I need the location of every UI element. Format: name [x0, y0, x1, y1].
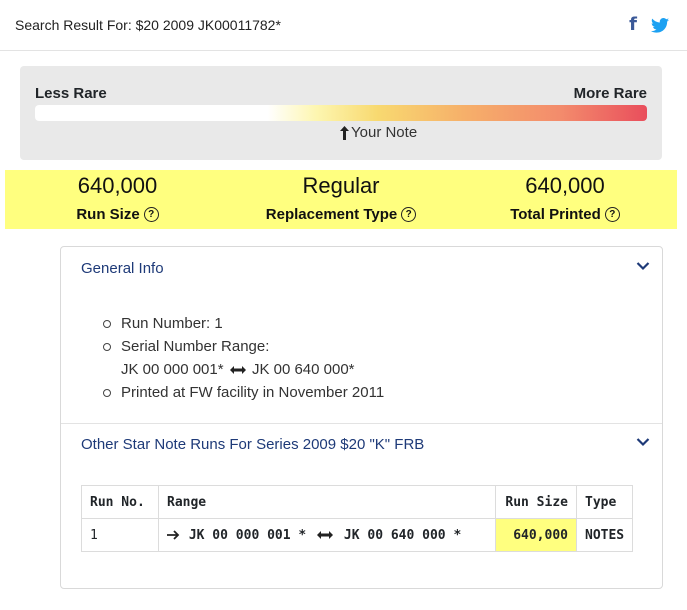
- rarity-scale: Less Rare More Rare Your Note: [20, 66, 662, 160]
- rarity-gradient-bar: [35, 105, 647, 121]
- social-links: f: [629, 15, 669, 35]
- col-type: Type: [575, 485, 634, 519]
- col-range: Range: [158, 485, 496, 519]
- twitter-icon[interactable]: [651, 17, 669, 33]
- help-icon[interactable]: ?: [401, 207, 417, 222]
- section-divider: [61, 423, 662, 424]
- double-arrow-icon: [229, 366, 246, 375]
- replacement-type-value: Regular: [302, 173, 380, 198]
- chevron-down-icon[interactable]: [636, 437, 650, 447]
- arrow-right-icon: [167, 530, 180, 540]
- run-size-label: Run Size: [76, 206, 140, 223]
- search-result-title: Search Result For: $20 2009 JK00011782*: [15, 17, 281, 33]
- help-icon[interactable]: ?: [604, 207, 620, 222]
- run-size-cell: 640,000: [495, 518, 577, 552]
- list-item: Run Number: 1: [103, 312, 384, 335]
- chevron-down-icon[interactable]: [636, 261, 650, 271]
- page-header: Search Result For: $20 2009 JK00011782* …: [0, 0, 687, 51]
- range-cell: JK 00 000 001 * JK 00 640 000 *: [158, 518, 496, 552]
- printed-facility: Printed at FW facility in November 2011: [121, 384, 385, 401]
- serial-range-label: Serial Number Range:: [121, 338, 270, 355]
- list-item: Printed at FW facility in November 2011: [103, 381, 384, 404]
- run-no-cell: 1: [81, 518, 159, 552]
- total-printed-label: Total Printed: [510, 206, 601, 223]
- stat-total-printed: 640,000 Total Printed?: [490, 170, 640, 223]
- col-run-no: Run No.: [81, 485, 159, 519]
- list-item: Serial Number Range: JK 00 000 001* JK 0…: [103, 335, 384, 381]
- details-card: General Info Run Number: 1 Serial Number…: [60, 246, 663, 589]
- double-arrow-icon: [317, 531, 334, 539]
- more-rare-label: More Rare: [573, 85, 647, 102]
- table-header-row: Run No. Range Run Size Type: [81, 485, 634, 519]
- type-cell: NOTES: [575, 518, 634, 552]
- stats-bar: 640,000 Run Size? Regular Replacement Ty…: [5, 170, 677, 229]
- other-runs-header[interactable]: Other Star Note Runs For Series 2009 $20…: [81, 436, 424, 453]
- total-printed-value: 640,000: [525, 173, 605, 198]
- arrow-up-icon: [340, 125, 349, 140]
- serial-start: JK 00 000 001*: [121, 361, 224, 378]
- run-number: Run Number: 1: [121, 315, 223, 332]
- replacement-type-label: Replacement Type: [265, 206, 398, 223]
- general-info-header[interactable]: General Info: [81, 260, 164, 277]
- range-start: JK 00 000 001 *: [188, 527, 307, 543]
- serial-end: JK 00 640 000*: [251, 361, 355, 378]
- facebook-icon[interactable]: f: [629, 15, 637, 35]
- your-note-label: Your Note: [351, 124, 418, 141]
- less-rare-label: Less Rare: [35, 85, 107, 102]
- help-icon[interactable]: ?: [143, 207, 159, 222]
- run-size-value: 640,000: [77, 173, 158, 198]
- your-note-marker: Your Note: [340, 124, 417, 141]
- range-end: JK 00 640 000 *: [343, 527, 462, 543]
- col-run-size: Run Size: [495, 485, 577, 519]
- table-row[interactable]: 1 JK 00 000 001 * JK 00 640 000 * 640,00…: [81, 518, 634, 552]
- other-runs-table: Run No. Range Run Size Type 1 JK 00 000 …: [81, 485, 634, 552]
- stat-replacement-type: Regular Replacement Type?: [250, 170, 432, 223]
- general-info-list: Run Number: 1 Serial Number Range: JK 00…: [103, 312, 384, 404]
- stat-run-size: 640,000 Run Size?: [40, 170, 195, 223]
